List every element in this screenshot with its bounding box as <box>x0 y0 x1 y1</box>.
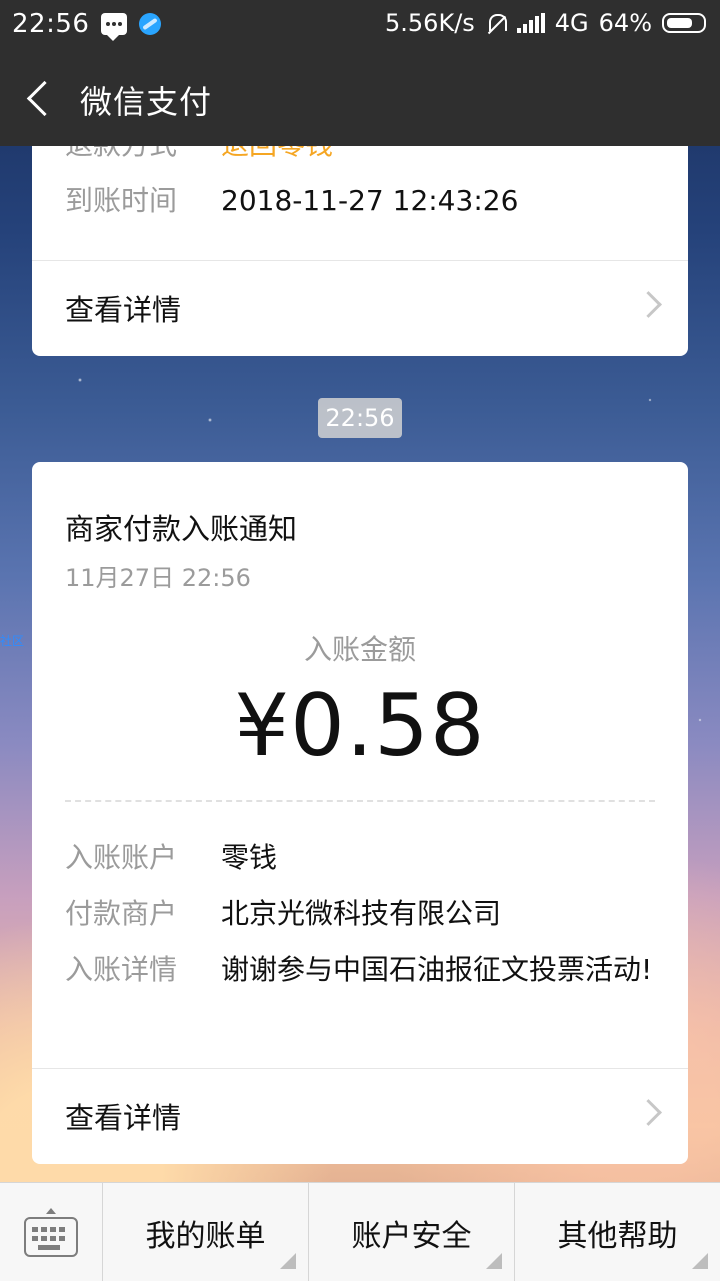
view-details-section: 查看详情 <box>32 1068 688 1163</box>
remark-row: 入账详情 谢谢参与中国石油报征文投票活动! <box>65 950 655 990</box>
menu-account-security-label: 账户安全 <box>351 1219 472 1254</box>
signal-icon <box>516 13 545 33</box>
message-timestamp: 22:56 <box>318 398 402 438</box>
remark-label: 入账详情 <box>65 953 178 986</box>
caret-up-icon <box>46 1203 56 1214</box>
submenu-indicator-icon <box>280 1253 296 1269</box>
arrival-time-value: 2018-11-27 12:43:26 <box>221 184 519 217</box>
menu-other-help[interactable]: 其他帮助 <box>515 1183 720 1281</box>
view-details-link[interactable]: 查看详情 <box>32 1069 688 1163</box>
chevron-right-icon <box>635 1099 662 1126</box>
submenu-indicator-icon <box>692 1253 708 1269</box>
view-details-link[interactable]: 查看详情 <box>32 261 688 355</box>
payment-notification-card: 商家付款入账通知 11月27日 22:56 入账金额 ¥0.58 入账账户 零钱… <box>32 462 688 1164</box>
menu-my-bills-label: 我的账单 <box>145 1219 266 1254</box>
menu-other-help-label: 其他帮助 <box>557 1219 678 1254</box>
merchant-value: 北京光微科技有限公司 <box>221 897 502 930</box>
back-arrow-icon[interactable] <box>20 80 60 120</box>
menu-my-bills[interactable]: 我的账单 <box>103 1183 309 1281</box>
arrival-time-label: 到账时间 <box>65 184 178 217</box>
battery-icon <box>662 13 706 33</box>
amount-label: 入账金额 <box>303 633 416 666</box>
view-details-label: 查看详情 <box>65 1101 182 1135</box>
menu-account-security[interactable]: 账户安全 <box>309 1183 515 1281</box>
merchant-row: 付款商户 北京光微科技有限公司 <box>65 894 655 934</box>
view-details-label: 查看详情 <box>65 293 182 327</box>
network-type: 4G <box>554 9 589 37</box>
network-speed: 5.56K/s <box>385 9 475 37</box>
notification-title: 商家付款入账通知 <box>65 512 298 546</box>
bottom-menu-bar: 我的账单 账户安全 其他帮助 <box>0 1182 720 1281</box>
page-title: 微信支付 <box>80 83 213 121</box>
detail-rows: 入账账户 零钱 付款商户 北京光微科技有限公司 入账详情 谢谢参与中国石油报征文… <box>65 838 655 1006</box>
amount-value: ¥0.58 <box>234 676 486 776</box>
remark-value: 谢谢参与中国石油报征文投票活动! <box>221 953 653 986</box>
keyboard-toggle-button[interactable] <box>0 1183 103 1281</box>
refund-card: 退款方式 退回零钱 到账时间 2018-11-27 12:43:26 查看详情 <box>32 120 688 356</box>
watermark-text: 社区 <box>0 634 25 648</box>
status-time: 22:56 <box>12 9 90 39</box>
battery-percent: 64% <box>598 9 652 37</box>
chevron-right-icon <box>635 291 662 318</box>
account-label: 入账账户 <box>65 841 178 874</box>
account-row: 入账账户 零钱 <box>65 838 655 878</box>
dashed-divider <box>65 800 655 802</box>
arrival-time-row: 到账时间 2018-11-27 12:43:26 <box>65 182 518 220</box>
submenu-indicator-icon <box>486 1253 502 1269</box>
status-bar: 22:56 5.56K/s 4G 64% <box>0 0 720 52</box>
title-bar: 微信支付 <box>0 52 720 146</box>
app-icon <box>139 13 162 35</box>
chat-notification-icon <box>101 13 128 41</box>
keyboard-icon <box>24 1217 78 1257</box>
account-value: 零钱 <box>221 841 278 874</box>
merchant-label: 付款商户 <box>65 897 178 930</box>
notification-date: 11月27日 22:56 <box>65 564 251 592</box>
mute-bell-icon <box>485 12 507 34</box>
